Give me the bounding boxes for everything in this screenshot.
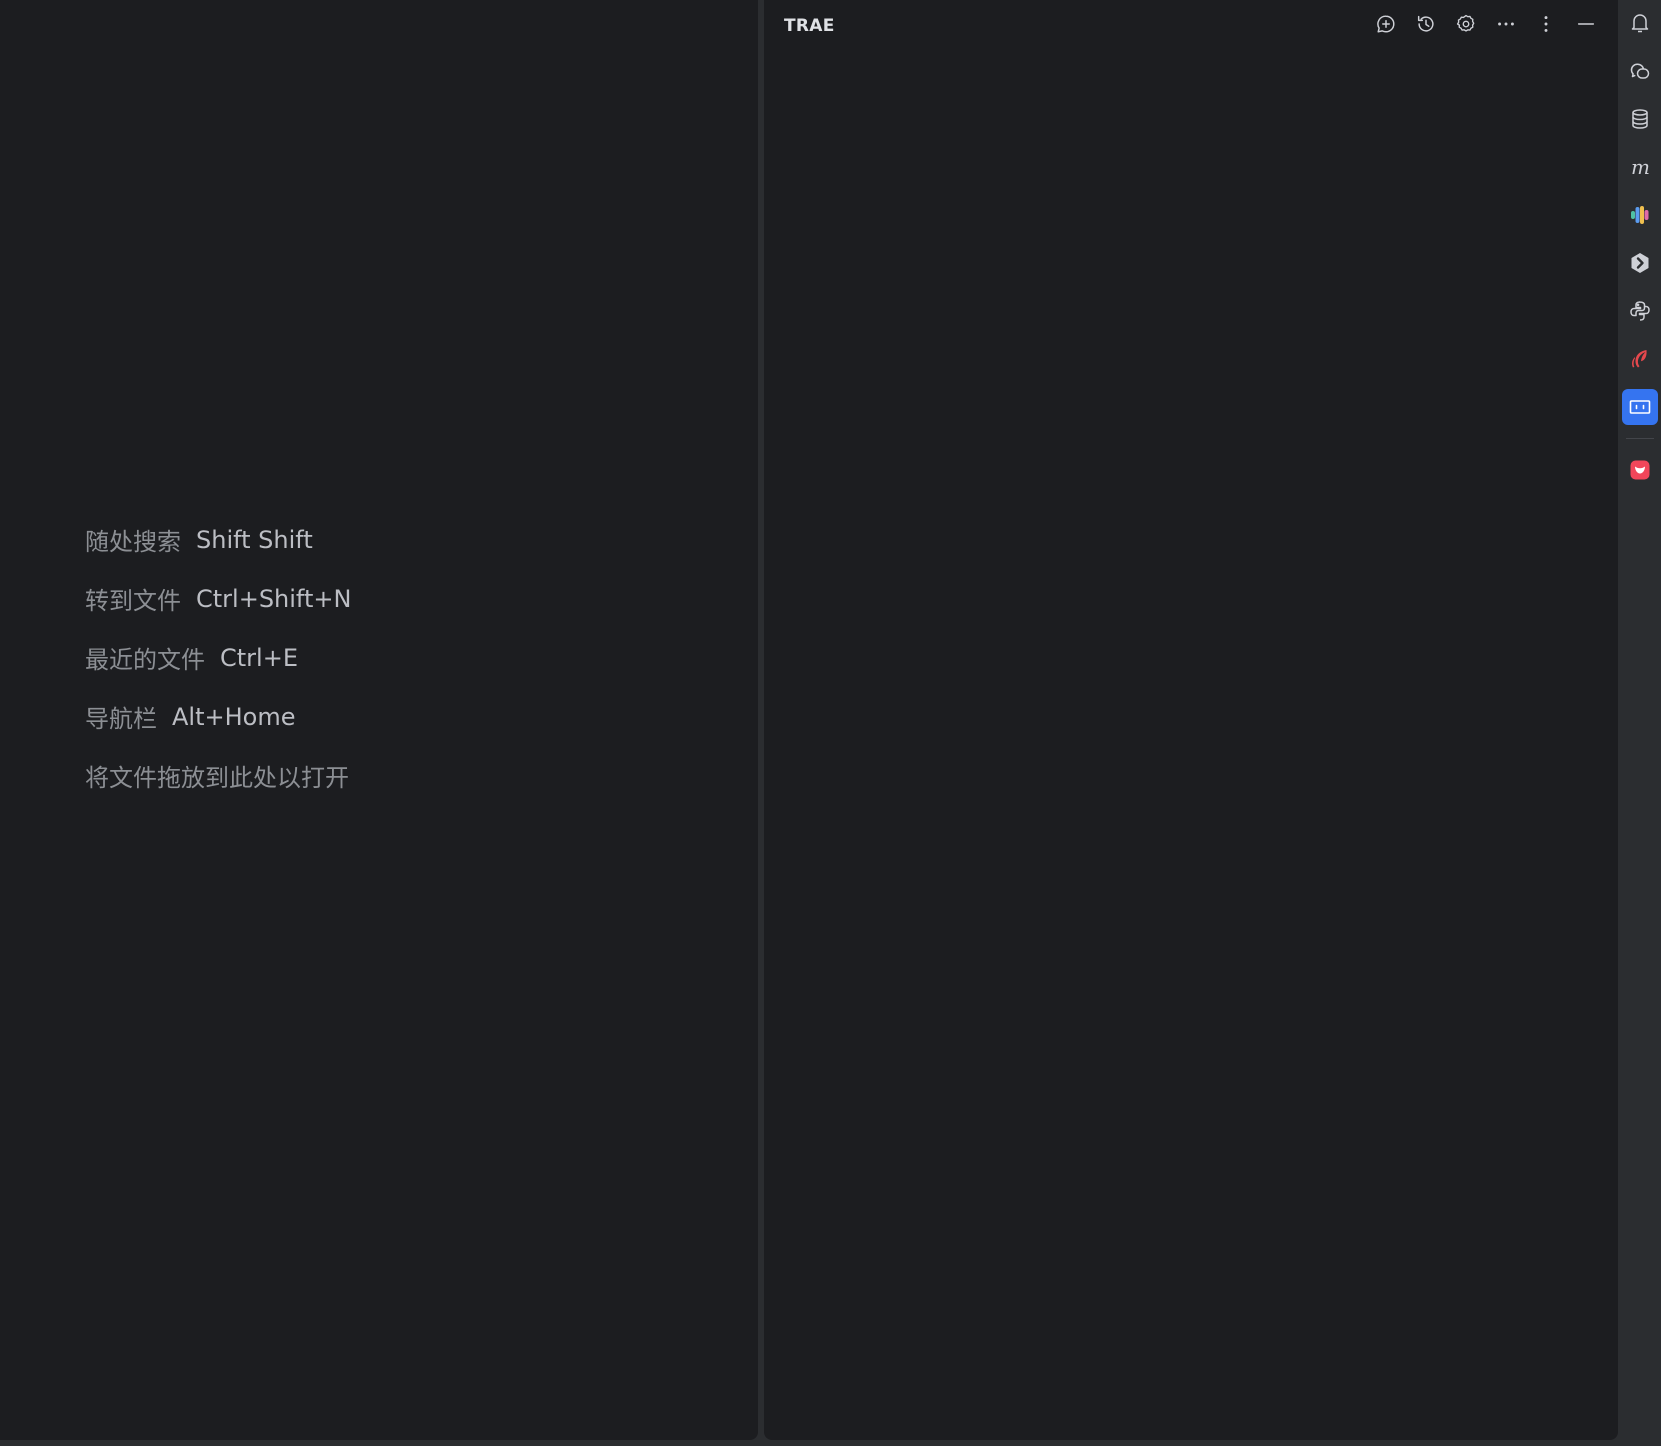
maven-button[interactable]: m <box>1622 149 1658 185</box>
more-vertical-icon <box>1544 16 1548 32</box>
hint-label: 随处搜索 <box>85 528 181 556</box>
tool-window-title: TRAE <box>784 16 835 36</box>
red-leaf-plugin-button[interactable] <box>1622 341 1658 377</box>
minimize-icon <box>1577 23 1595 25</box>
minimize-button[interactable] <box>1572 10 1600 38</box>
new-chat-icon <box>1377 15 1395 33</box>
notifications-button[interactable] <box>1622 5 1658 41</box>
hint-recent-files: 最近的文件 Ctrl+E <box>85 628 351 687</box>
hint-drop-files: 将文件拖放到此处以打开 <box>85 746 351 805</box>
hint-label: 最近的文件 <box>85 646 205 674</box>
hint-label: 导航栏 <box>85 705 157 733</box>
tool-window-actions <box>1372 10 1600 38</box>
notifications-icon <box>1631 14 1649 33</box>
editor-empty-area[interactable]: 随处搜索 Shift Shift 转到文件 Ctrl+Shift+N 最近的文件… <box>0 0 758 1440</box>
more-options-button[interactable] <box>1492 10 1520 38</box>
trae-tool-window: TRAE <box>764 0 1618 1440</box>
trae-panel-button[interactable] <box>1622 389 1658 425</box>
settings-button[interactable] <box>1452 10 1480 38</box>
history-button[interactable] <box>1412 10 1440 38</box>
hexagon-plugin-icon <box>1631 253 1649 273</box>
more-horizontal-icon <box>1498 22 1514 26</box>
red-plugin-button[interactable] <box>1622 452 1658 488</box>
database-button[interactable] <box>1622 101 1658 137</box>
python-console-icon <box>1630 301 1650 321</box>
hint-shortcut: Ctrl+Shift+N <box>196 584 352 613</box>
ai-chat-icon <box>1630 63 1650 79</box>
ide-window: 随处搜索 Shift Shift 转到文件 Ctrl+Shift+N 最近的文件… <box>0 0 1661 1446</box>
tool-window-header: TRAE <box>764 0 1618 52</box>
python-console-button[interactable] <box>1622 293 1658 329</box>
hint-label: 将文件拖放到此处以打开 <box>85 764 349 792</box>
right-tool-strip: m <box>1618 0 1661 1446</box>
hint-shortcut: Ctrl+E <box>220 643 298 672</box>
hint-search-everywhere: 随处搜索 Shift Shift <box>85 510 351 569</box>
hint-shortcut: Shift Shift <box>196 525 313 554</box>
history-icon <box>1417 15 1434 32</box>
maven-icon: m <box>1631 155 1650 179</box>
svg-text:m: m <box>1631 155 1650 179</box>
editor-hints: 随处搜索 Shift Shift 转到文件 Ctrl+Shift+N 最近的文件… <box>85 510 351 805</box>
hint-navigation-bar: 导航栏 Alt+Home <box>85 687 351 746</box>
hint-shortcut: Alt+Home <box>172 702 296 731</box>
red-leaf-plugin-icon <box>1632 350 1647 368</box>
ai-chat-button[interactable] <box>1622 53 1658 89</box>
colorful-plugin-icon <box>1631 206 1649 224</box>
hexagon-plugin-button[interactable] <box>1622 245 1658 281</box>
hint-label: 转到文件 <box>85 587 181 615</box>
red-plugin-icon <box>1630 460 1650 480</box>
toolbar-separator <box>1626 438 1654 439</box>
colorful-plugin-button[interactable] <box>1622 197 1658 233</box>
database-icon <box>1632 109 1648 129</box>
new-chat-button[interactable] <box>1372 10 1400 38</box>
trae-panel-icon <box>1629 400 1651 414</box>
options-menu-button[interactable] <box>1532 10 1560 38</box>
settings-icon <box>1456 14 1475 32</box>
hint-go-to-file: 转到文件 Ctrl+Shift+N <box>85 569 351 628</box>
